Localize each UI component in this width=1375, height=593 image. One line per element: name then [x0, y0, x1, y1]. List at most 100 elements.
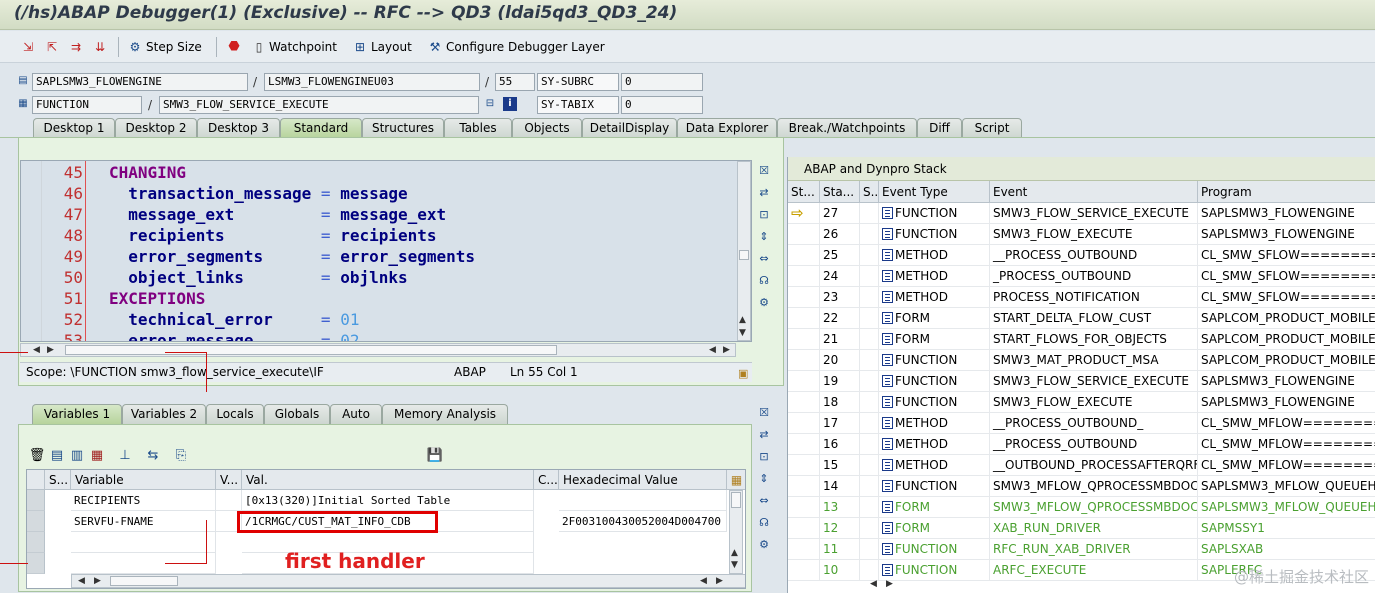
- close-tool-icon[interactable]: ☒: [756, 404, 772, 420]
- stack-col-header-level[interactable]: Sta...: [820, 181, 860, 203]
- code-horizontal-scrollbar[interactable]: ◀ ▶ ◀ ▶: [20, 343, 736, 357]
- program-field[interactable]: SAPLSMW3_FLOWENGINE: [32, 73, 248, 91]
- watchpoint-button[interactable]: Watchpoint: [269, 39, 337, 55]
- tab-script[interactable]: Script: [962, 118, 1022, 138]
- tab-memory-analysis[interactable]: Memory Analysis: [382, 404, 508, 424]
- stack-col-header-event[interactable]: Event: [990, 181, 1198, 203]
- headset-icon[interactable]: ☊: [756, 272, 772, 288]
- maximize-tool-icon[interactable]: ⊡: [756, 448, 772, 464]
- stack-row[interactable]: 25 METHOD __PROCESS_OUTBOUND CL_SMW_SFLOW==…: [788, 245, 1375, 266]
- source-code-editor[interactable]: 45 CHANGING 46 transaction_message = messa…: [20, 160, 752, 342]
- variables-horizontal-scrollbar[interactable]: ◀ ▶ ◀ ▶: [71, 574, 745, 588]
- layout-button[interactable]: Layout: [371, 39, 412, 55]
- vertical-split-icon[interactable]: ⇕: [756, 470, 772, 486]
- line-field[interactable]: 55: [495, 73, 535, 91]
- variable-name-cell[interactable]: SERVFU-FNAME: [71, 511, 216, 532]
- stack-row[interactable]: 12 FORM XAB_RUN_DRIVER SAPMSSY1: [788, 518, 1375, 539]
- tab-detaildisplay[interactable]: DetailDisplay: [582, 118, 677, 138]
- tab-structures[interactable]: Structures: [362, 118, 444, 138]
- tab-globals[interactable]: Globals: [264, 404, 330, 424]
- tab-data-explorer[interactable]: Data Explorer: [677, 118, 777, 138]
- tab-variables-2[interactable]: Variables 2: [122, 404, 206, 424]
- event-type-field[interactable]: FUNCTION: [32, 96, 142, 114]
- code-line[interactable]: 50 object_links = objlnks: [21, 267, 741, 288]
- tab-objects[interactable]: Objects: [512, 118, 582, 138]
- tab-locals[interactable]: Locals: [206, 404, 264, 424]
- horizontal-split-icon[interactable]: ⇔: [756, 250, 772, 266]
- col-header-value[interactable]: Val.: [242, 470, 534, 490]
- navigate-icon[interactable]: ⊟: [483, 97, 497, 111]
- variables-vertical-scrollbar[interactable]: ▲ ▼: [729, 490, 743, 574]
- stack-col-header-status[interactable]: St...: [788, 181, 820, 203]
- maximize-tool-icon[interactable]: ⊡: [756, 206, 772, 222]
- note-icon[interactable]: ▣: [738, 364, 748, 383]
- code-line[interactable]: 52 technical_error = 01: [21, 309, 741, 330]
- headset-icon[interactable]: ☊: [756, 514, 772, 530]
- change-icon[interactable]: ▥: [68, 447, 86, 465]
- col-header-hex[interactable]: Hexadecimal Value: [559, 470, 727, 490]
- variable-value-cell[interactable]: [0x13(320)]Initial Sorted Table: [242, 490, 534, 511]
- table-settings-icon[interactable]: ▦: [727, 470, 745, 490]
- horizontal-split-icon[interactable]: ⇔: [756, 492, 772, 508]
- tab-desktop-1[interactable]: Desktop 1: [33, 118, 115, 138]
- stack-row[interactable]: 17 METHOD __PROCESS_OUTBOUND_ CL_SMW_MFLOW=…: [788, 413, 1375, 434]
- code-vertical-scrollbar[interactable]: ▲ ▼: [737, 161, 751, 341]
- stack-col-header-s[interactable]: S...: [860, 181, 879, 203]
- stack-row[interactable]: 11 FUNCTION RFC_RUN_XAB_DRIVER SAPLSXAB: [788, 539, 1375, 560]
- stack-col-header-event-type[interactable]: Event Type: [879, 181, 990, 203]
- services-tool-icon[interactable]: ⚙: [756, 536, 772, 552]
- stack-col-header-program[interactable]: Program: [1198, 181, 1375, 203]
- col-header-c[interactable]: C...: [534, 470, 559, 490]
- stack-row[interactable]: 19 FUNCTION SMW3_FLOW_SERVICE_EXECUTE SAPLS…: [788, 371, 1375, 392]
- configure-layer-icon[interactable]: ⚒: [427, 39, 443, 55]
- replace-tool-icon[interactable]: ⇄: [756, 184, 772, 200]
- stack-row[interactable]: 26 FUNCTION SMW3_FLOW_EXECUTE SAPLSMW3_FLOW…: [788, 224, 1375, 245]
- stack-row[interactable]: 15 METHOD __OUTBOUND_PROCESSAFTERQRFC CL_SM…: [788, 455, 1375, 476]
- step-size-icon[interactable]: ⚙: [127, 39, 143, 55]
- include-field[interactable]: LSMW3_FLOWENGINEU03: [264, 73, 480, 91]
- stack-row[interactable]: 24 METHOD _PROCESS_OUTBOUND CL_SMW_SFLOW===…: [788, 266, 1375, 287]
- watchpoint-icon[interactable]: ▯: [251, 39, 267, 55]
- save-icon[interactable]: 💾: [426, 447, 444, 465]
- single-step-icon[interactable]: ⇲: [20, 39, 36, 55]
- return-icon[interactable]: ⇉: [68, 39, 84, 55]
- stack-row[interactable]: 21 FORM START_FLOWS_FOR_OBJECTS SAPLCOM_PRO…: [788, 329, 1375, 350]
- execute-icon[interactable]: ⇱: [44, 39, 60, 55]
- event-field[interactable]: SMW3_FLOW_SERVICE_EXECUTE: [159, 96, 479, 114]
- stack-row[interactable]: 16 METHOD __PROCESS_OUTBOUND CL_SMW_MFLOW==…: [788, 434, 1375, 455]
- code-line[interactable]: 53 error_message = 02: [21, 330, 741, 341]
- replace-tool-icon[interactable]: ⇄: [756, 426, 772, 442]
- layout-icon[interactable]: ⊞: [352, 39, 368, 55]
- tab-auto[interactable]: Auto: [330, 404, 382, 424]
- tab-tables[interactable]: Tables: [444, 118, 512, 138]
- tab-desktop-2[interactable]: Desktop 2: [115, 118, 197, 138]
- col-header-variable[interactable]: Variable: [71, 470, 216, 490]
- close-tool-icon[interactable]: ☒: [756, 162, 772, 178]
- import-icon[interactable]: ⎘: [172, 447, 190, 465]
- tab-standard[interactable]: Standard: [280, 118, 362, 138]
- stack-row[interactable]: 18 FUNCTION SMW3_FLOW_EXECUTE SAPLSMW3_FLOW…: [788, 392, 1375, 413]
- stack-row[interactable]: 20 FUNCTION SMW3_MAT_PRODUCT_MSA SAPLCOM_PR…: [788, 350, 1375, 371]
- stack-row[interactable]: 23 METHOD PROCESS_NOTIFICATION CL_SMW_SFLOW…: [788, 287, 1375, 308]
- code-line[interactable]: 48 recipients = recipients: [21, 225, 741, 246]
- tab-desktop-3[interactable]: Desktop 3: [197, 118, 280, 138]
- col-header-v[interactable]: V...: [216, 470, 242, 490]
- code-line[interactable]: 46 transaction_message = message: [21, 183, 741, 204]
- continue-icon[interactable]: ⇊: [92, 39, 108, 55]
- variable-name-cell[interactable]: RECIPIENTS: [71, 490, 216, 511]
- info-icon[interactable]: i: [503, 97, 517, 111]
- configure-debugger-layer-button[interactable]: Configure Debugger Layer: [446, 39, 605, 55]
- code-vertical-thumb[interactable]: [739, 250, 749, 260]
- stack-row[interactable]: ⇨ 27 FUNCTION SMW3_FLOW_SERVICE_EXECUTE SAPL…: [788, 203, 1375, 224]
- details-icon[interactable]: ▤: [48, 447, 66, 465]
- services-tool-icon[interactable]: ⚙: [756, 294, 772, 310]
- delete-icon[interactable]: 🗑: [28, 447, 46, 465]
- step-size-button[interactable]: Step Size: [146, 39, 202, 55]
- hierarchy-icon[interactable]: ⊥: [116, 447, 134, 465]
- code-line[interactable]: 45 CHANGING: [21, 162, 741, 183]
- stack-row[interactable]: 13 FORM SMW3_MFLOW_QPROCESSMBDOC SAPLSMW3_M…: [788, 497, 1375, 518]
- save-variables-icon[interactable]: ▦: [88, 447, 106, 465]
- vertical-split-icon[interactable]: ⇕: [756, 228, 772, 244]
- stack-row[interactable]: 14 FUNCTION SMW3_MFLOW_QPROCESSMBDOC SAPLSM…: [788, 476, 1375, 497]
- stack-row[interactable]: 22 FORM START_DELTA_FLOW_CUST SAPLCOM_PRODU…: [788, 308, 1375, 329]
